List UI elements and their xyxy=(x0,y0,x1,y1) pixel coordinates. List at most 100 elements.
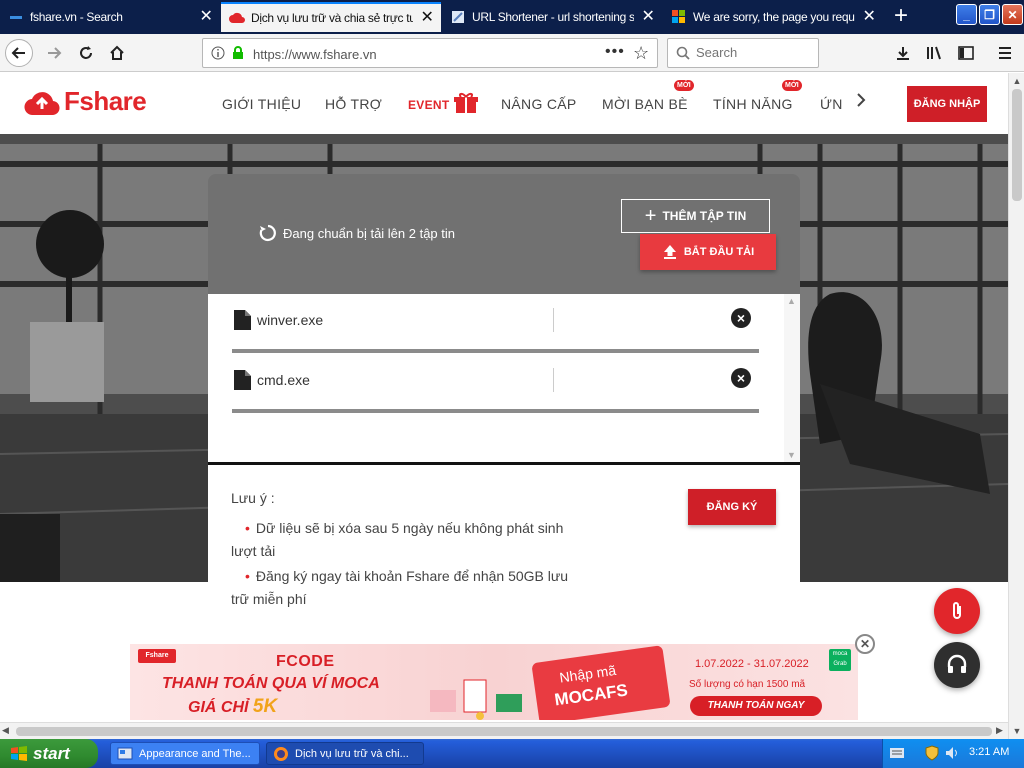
search-input[interactable] xyxy=(696,45,806,60)
library-icon[interactable] xyxy=(924,42,946,64)
system-tray: 3:21 AM xyxy=(882,739,1024,768)
keyboard-icon[interactable] xyxy=(889,746,905,760)
start-upload-button[interactable]: BẮT ĐẦU TẢI xyxy=(640,234,776,270)
upload-panel-header: Đang chuẩn bị tải lên 2 tập tin + THÊM T… xyxy=(208,174,800,294)
downloads-icon[interactable] xyxy=(892,42,914,64)
forward-button[interactable] xyxy=(40,39,68,67)
remove-file-icon[interactable]: × xyxy=(731,368,751,388)
menu-event[interactable]: EVENT xyxy=(408,98,450,112)
chevron-right-icon[interactable] xyxy=(856,93,866,112)
menu-ung-dung[interactable]: ỨNG DỤNG xyxy=(820,96,842,112)
scrollbar-thumb[interactable] xyxy=(16,727,992,736)
site-header: Fshare GIỚI THIỆU HỖ TRỢ EVENT NÂNG CẤP … xyxy=(0,73,1008,134)
menu-tinh-nang[interactable]: TÍNH NĂNG xyxy=(713,96,793,112)
file-progress-bar xyxy=(232,349,759,353)
remove-file-icon[interactable]: × xyxy=(731,308,751,328)
page-actions-icon[interactable]: ••• xyxy=(605,43,625,61)
scroll-left-arrow-icon[interactable]: ◀ xyxy=(2,725,9,736)
tab-close-icon[interactable]: ✕ xyxy=(861,9,877,25)
horizontal-scrollbar[interactable]: ◀ ▶ xyxy=(0,722,1008,739)
login-button[interactable]: ĐĂNG NHẬP xyxy=(907,86,987,122)
bookmark-star-icon[interactable]: ☆ xyxy=(633,43,649,64)
home-button[interactable] xyxy=(103,39,131,67)
file-list-scrollbar[interactable]: ▲ ▼ xyxy=(784,294,800,462)
tab-close-icon[interactable]: ✕ xyxy=(640,9,656,25)
tab-title: Dịch vụ lưu trữ và chia sẻ trực tuyến xyxy=(251,11,413,25)
fshare-logo[interactable]: Fshare xyxy=(24,85,147,117)
menu-nang-cap[interactable]: NÂNG CẤP xyxy=(501,96,577,112)
tab-microsoft-error[interactable]: We are sorry, the page you requested ✕ xyxy=(663,2,883,32)
note-item: • Đăng ký ngay tài khoản Fshare để nhận 5… xyxy=(231,565,581,611)
navigation-toolbar: https://www.fshare.vn ••• ☆ xyxy=(0,34,1024,72)
menu-ho-tro[interactable]: HỖ TRỢ xyxy=(325,96,382,112)
file-row: cmd.exe × xyxy=(232,354,759,413)
tab-close-icon[interactable]: ✕ xyxy=(419,10,435,26)
register-button[interactable]: ĐĂNG KÝ xyxy=(688,489,776,525)
new-tab-button[interactable]: + xyxy=(888,4,914,30)
loading-spinner-icon xyxy=(259,224,276,242)
home-icon xyxy=(110,45,124,60)
scroll-down-arrow-icon[interactable]: ▼ xyxy=(787,450,796,460)
note-text: Đăng ký ngay tài khoản Fshare để nhận 50… xyxy=(231,568,569,607)
control-panel-icon xyxy=(117,747,133,759)
bullet-icon: • xyxy=(245,520,250,536)
address-bar[interactable]: https://www.fshare.vn ••• ☆ xyxy=(202,38,658,68)
plus-icon: + xyxy=(644,204,657,227)
add-files-label: THÊM TẬP TIN xyxy=(662,209,747,223)
banner-headline: THANH TOÁN QUA VÍ MOCA xyxy=(162,675,380,692)
menu-hamburger-icon[interactable] xyxy=(994,42,1016,64)
task-label: Appearance and The... xyxy=(139,747,251,760)
tab-fshare-search[interactable]: fshare.vn - Search ✕ xyxy=(0,2,220,32)
minimize-button[interactable]: _ xyxy=(956,4,977,25)
task-label: Dịch vụ lưu trữ và chi... xyxy=(295,747,409,760)
add-files-button[interactable]: + THÊM TẬP TIN xyxy=(621,199,770,233)
sidebar-icon[interactable] xyxy=(955,42,977,64)
upload-arrow-icon xyxy=(663,245,676,259)
taskbar-item-firefox[interactable]: Dịch vụ lưu trữ và chi... xyxy=(266,742,424,765)
tab-close-icon[interactable]: ✕ xyxy=(198,9,214,25)
promo-banner[interactable]: Fshare FCODE THANH TOÁN QUA VÍ MOCA GIÁ … xyxy=(130,644,858,720)
volume-icon[interactable] xyxy=(945,746,961,760)
start-label: start xyxy=(33,743,70,763)
scroll-up-arrow-icon[interactable]: ▲ xyxy=(1009,73,1024,89)
back-button[interactable] xyxy=(5,39,33,67)
taskbar-item-appearance[interactable]: Appearance and The... xyxy=(110,742,260,765)
attach-fab-button[interactable] xyxy=(934,588,980,634)
note-item: • Dữ liệu sẽ bị xóa sau 5 ngày nếu không … xyxy=(231,517,581,563)
pay-now-button[interactable]: THANH TOÁN NGAY xyxy=(690,696,822,716)
support-fab-button[interactable] xyxy=(934,642,980,688)
site-info-icon[interactable] xyxy=(211,46,225,65)
start-upload-label: BẮT ĐẦU TẢI xyxy=(683,246,755,258)
clock: 3:21 AM xyxy=(969,746,1010,758)
reload-button[interactable] xyxy=(72,39,100,67)
coupon-card: Nhập mã MOCAFS xyxy=(531,645,671,720)
start-button[interactable]: start xyxy=(0,739,98,768)
menu-gioi-thieu[interactable]: GIỚI THIỆU xyxy=(222,96,301,112)
file-name: winver.exe xyxy=(257,312,324,328)
scrollbar-thumb[interactable] xyxy=(1012,89,1022,201)
search-bar[interactable] xyxy=(667,38,819,68)
close-window-button[interactable]: ✕ xyxy=(1002,4,1023,25)
banner-price: 5K xyxy=(252,696,278,717)
divider xyxy=(553,368,554,392)
banner-fshare-logo: Fshare xyxy=(138,649,176,663)
security-shield-icon[interactable] xyxy=(925,745,939,761)
scroll-up-arrow-icon[interactable]: ▲ xyxy=(787,296,796,306)
paperclip-icon xyxy=(953,602,961,619)
tab-url-shortener[interactable]: URL Shortener - url shortening service ✕ xyxy=(442,2,662,32)
forward-arrow-icon xyxy=(48,47,62,59)
headset-icon xyxy=(947,654,967,673)
restore-button[interactable]: ❐ xyxy=(979,4,1000,25)
scroll-right-arrow-icon[interactable]: ▶ xyxy=(996,725,1003,736)
divider xyxy=(553,308,554,332)
bullet-icon: • xyxy=(245,568,250,584)
close-banner-icon[interactable]: ✕ xyxy=(855,634,875,654)
fshare-cloud-icon xyxy=(229,10,245,26)
vertical-scrollbar[interactable]: ▲ ▼ xyxy=(1008,73,1024,739)
file-row: winver.exe × xyxy=(232,294,759,353)
windows-flag-icon xyxy=(11,745,27,761)
new-badge: MỚI xyxy=(674,80,694,91)
scroll-down-arrow-icon[interactable]: ▼ xyxy=(1009,723,1024,739)
tab-fshare-active[interactable]: Dịch vụ lưu trữ và chia sẻ trực tuyến ✕ xyxy=(221,2,441,32)
menu-moi-ban-be[interactable]: MỜI BẠN BÈ xyxy=(602,96,688,112)
